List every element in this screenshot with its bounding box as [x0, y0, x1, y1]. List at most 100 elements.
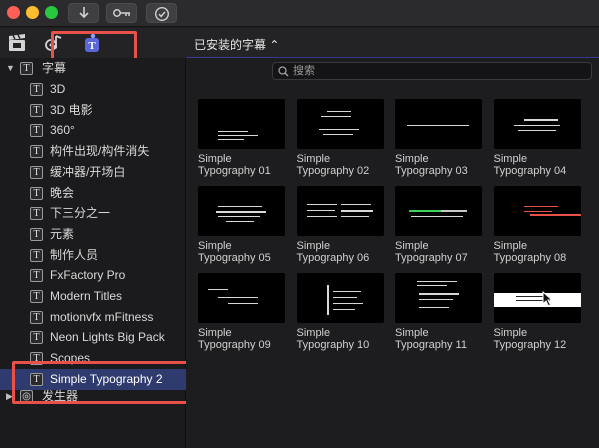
thumbnail-text-line	[218, 131, 248, 132]
clip-name-line: Typography 04	[493, 165, 567, 177]
clip-name: Simple Typography 12	[494, 327, 581, 351]
sidebar-item-label: Modern Titles	[50, 289, 123, 303]
clip-name: Simple Typography 03	[395, 153, 482, 177]
sidebar-item[interactable]: T 晚会	[0, 183, 186, 204]
disclosure-open-icon[interactable]: ▼	[6, 58, 15, 79]
clip-name-line: Typography 11	[395, 339, 467, 351]
browser-header: 已安装的字幕 ⌃	[186, 28, 599, 58]
clip-thumbnail[interactable]	[395, 99, 482, 149]
clip-name: Simple Typography 05	[198, 240, 285, 264]
clip-name-line: Simple	[296, 327, 331, 339]
installed-titles-dropdown[interactable]: 已安装的字幕 ⌃	[194, 36, 279, 53]
sidebar-item[interactable]: T 构件出现/构件消失	[0, 141, 186, 162]
sidebar-item[interactable]: T Modern Titles	[0, 286, 186, 307]
sidebar-item-label: Scopes	[50, 351, 91, 366]
sidebar-item[interactable]: T FxFactory Pro	[0, 265, 186, 286]
clip-thumbnail[interactable]	[493, 273, 581, 323]
clip-thumbnail[interactable]	[296, 273, 384, 323]
browser-tab-row: T	[0, 28, 186, 58]
keywords-button[interactable]	[106, 3, 137, 23]
title-clip[interactable]: Simple Typography 05	[198, 186, 285, 264]
sidebar-group-titles[interactable]: ▼ T 字幕	[0, 58, 186, 79]
title-clip[interactable]: Simple Typography 12	[493, 273, 581, 351]
thumbnail-text-line	[417, 281, 457, 282]
title-t-icon: T	[30, 269, 43, 283]
clip-name-line: Typography 07	[395, 252, 468, 264]
title-clip[interactable]: Simple Typography 06	[296, 186, 384, 264]
checkmark-icon	[154, 6, 169, 22]
thumbnail-text-line	[306, 210, 335, 211]
clip-name-line: Typography 06	[296, 252, 370, 264]
title-clip[interactable]: Simple Typography 09	[198, 273, 285, 351]
thumbnail-text-line	[441, 210, 467, 212]
sidebar-item[interactable]: T 下三分之一	[0, 203, 186, 224]
title-clip[interactable]: Simple Typography 11	[395, 273, 482, 351]
thumbnail-text-line	[523, 206, 558, 207]
zoom-window-button[interactable]	[45, 6, 58, 19]
music-photos-icon[interactable]	[44, 33, 64, 53]
clip-thumbnail[interactable]	[198, 99, 285, 149]
title-clip[interactable]: Simple Typography 07	[395, 186, 482, 264]
clip-thumbnail[interactable]	[198, 273, 285, 323]
sidebar-group-generators[interactable]: ▶ ◎ 发生器	[0, 386, 186, 407]
clip-thumbnail[interactable]	[395, 273, 482, 323]
thumbnail-text-line	[529, 214, 581, 216]
clip-thumbnail[interactable]	[198, 186, 285, 236]
sidebar-item[interactable]: T 360°	[0, 120, 186, 141]
title-clip[interactable]: Simple Typography 10	[296, 273, 384, 351]
minimize-window-button[interactable]	[26, 6, 39, 19]
clip-thumbnail[interactable]	[296, 99, 384, 149]
clip-name-line: Typography 12	[493, 339, 567, 351]
sidebar-item[interactable]: T 缓冲器/开场白	[0, 162, 186, 183]
search-field[interactable]: 搜索	[272, 62, 592, 80]
title-clip[interactable]: Simple Typography 01	[198, 99, 285, 177]
title-t-icon: T	[30, 165, 43, 179]
thumbnail-text-line	[318, 129, 359, 130]
title-t-icon: T	[30, 331, 43, 345]
thumbnail-text-line	[332, 297, 357, 298]
sidebar-item[interactable]: T 元素	[0, 224, 186, 245]
clapperboard-icon[interactable]	[7, 33, 27, 53]
sidebar-item[interactable]: T 3D	[0, 79, 186, 100]
clip-name-line: Typography 05	[198, 252, 271, 264]
sidebar-item-label: 下三分之一	[50, 206, 111, 221]
sidebar-item-label: 360°	[50, 123, 75, 138]
thumbnail-text-line	[419, 299, 453, 300]
clip-thumbnail[interactable]	[493, 99, 581, 149]
thumbnail-text-line	[513, 125, 560, 126]
background-tasks-button[interactable]	[146, 3, 177, 23]
disclosure-closed-icon[interactable]: ▶	[6, 386, 13, 407]
sidebar-item[interactable]: T Neon Lights Big Pack	[0, 327, 186, 348]
thumbnail-text-line	[218, 135, 258, 136]
thumbnail-text-line	[218, 297, 258, 298]
sidebar-item[interactable]: Tmotionvfx mFitness	[0, 307, 186, 328]
sidebar-item-label: FxFactory Pro	[50, 268, 126, 283]
clip-thumbnail[interactable]	[395, 186, 482, 236]
import-button[interactable]	[68, 3, 99, 23]
title-clip[interactable]: Simple Typography 04	[493, 99, 581, 177]
title-clip[interactable]: Simple Typography 08	[493, 186, 581, 264]
title-clip[interactable]: Simple Typography 02	[296, 99, 384, 177]
clip-name-line: Simple	[395, 240, 429, 252]
sidebar-item-label: motionvfx mFitness	[50, 309, 154, 324]
thumbnail-text-line	[523, 211, 552, 212]
svg-text:T: T	[88, 40, 96, 52]
title-t-icon: T	[30, 83, 43, 96]
clip-thumbnail[interactable]	[296, 186, 384, 236]
clip-name-line: Simple	[198, 327, 232, 339]
search-placeholder: 搜索	[293, 65, 315, 77]
sidebar-item[interactable]: T Scopes	[0, 348, 186, 369]
title-clip[interactable]: Simple Typography 03	[395, 99, 482, 177]
clip-name-line: Typography 10	[296, 339, 370, 351]
thumbnail-text-line	[306, 216, 337, 217]
clip-name-line: Simple	[493, 327, 528, 339]
sidebar-item[interactable]: T 制作人员	[0, 245, 186, 266]
titles-generators-icon[interactable]: T	[83, 33, 101, 53]
clip-name: Simple Typography 01	[198, 153, 285, 177]
sidebar-item[interactable]: T 3D 电影	[0, 100, 186, 121]
thumbnail-text-line	[218, 216, 260, 217]
close-window-button[interactable]	[7, 6, 20, 19]
clip-thumbnail[interactable]	[493, 186, 581, 236]
thumbnail-text-line	[332, 291, 361, 292]
thumbnail-text-line	[411, 216, 463, 217]
